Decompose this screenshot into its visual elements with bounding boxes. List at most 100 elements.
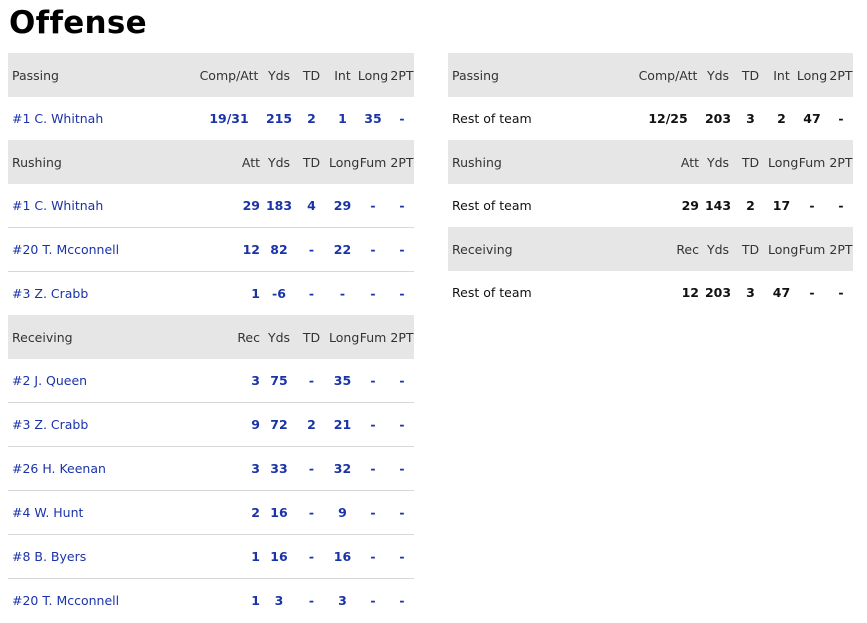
stat-cell: - [390,490,414,535]
section-label: Passing [8,53,194,97]
stat-cell: 3 [746,111,755,126]
column-header: Long [768,140,798,184]
player-link[interactable]: #2 J. Queen [12,373,87,388]
table-row: #3 Z. Crabb 1 -6 - - - - [8,272,414,316]
player-link[interactable]: #3 Z. Crabb [12,417,88,432]
table-row: Rest of team 29 143 2 17 - - [448,184,853,227]
team-label: Rest of team [452,111,532,126]
stat-cell: 3 [194,359,264,403]
stat-cell: 1 [194,534,264,579]
stat-cell: 203 [704,285,732,300]
stat-cell: 9 [194,402,264,447]
stat-cell: 22 [329,227,356,272]
stat-cell: - [294,227,329,272]
stat-cell: - [356,490,390,535]
column-header: Long [329,140,359,184]
stat-cell: - [390,227,414,272]
stat-cell: 75 [264,359,294,403]
column-header: Att [194,140,264,184]
column-header: TD [294,140,329,184]
stat-cell: 2 [294,402,329,447]
column-header: 2PT [390,140,414,184]
stat-cell: 72 [264,402,294,447]
stat-cell: 1 [251,286,260,301]
stat-cell: 47 [772,285,791,300]
section-label: Receiving [448,227,633,271]
player-link[interactable]: #4 W. Hunt [12,505,83,520]
stat-cell: - [809,285,815,300]
player-offense-table: Passing Comp/Att Yds TD Int Long 2PT #1 … [8,53,414,622]
player-link[interactable]: #20 T. Mcconnell [12,242,119,257]
stat-cell: 2 [307,111,316,126]
table-row: #1 C. Whitnah 19/31 215 2 1 35 - [8,97,414,140]
stat-cell: - [390,402,414,447]
column-header: Yds [264,140,294,184]
stat-cell: - [390,359,414,403]
column-header: 2PT [390,315,414,359]
column-header: TD [733,53,768,97]
column-header: Rec [633,227,703,271]
column-header: 2PT [390,53,414,97]
table-row: #3 Z. Crabb 9 72 2 21 - - [8,402,414,447]
column-header: Yds [264,53,294,97]
column-header: Rec [194,315,264,359]
stat-cell: - [838,198,844,213]
column-header: Fum [795,227,829,271]
column-header: Yds [703,227,733,271]
player-link[interactable]: #3 Z. Crabb [12,286,88,301]
column-header: Fum [356,315,390,359]
stat-cell: 47 [803,111,821,126]
stat-cell: 183 [264,184,294,228]
player-link[interactable]: #8 B. Byers [12,549,86,564]
stat-cell: - [356,402,390,447]
stat-cell: - [308,593,315,608]
player-link[interactable]: #26 H. Keenan [12,461,106,476]
stat-cell: 1 [251,593,260,608]
stat-cell: - [370,593,376,608]
column-header: Long [768,227,798,271]
table-row: #26 H. Keenan 3 33 - 32 - - [8,446,414,491]
column-header: Fum [795,140,829,184]
stat-cell: - [294,490,329,535]
stat-cell: - [294,534,329,579]
stat-cell: 4 [294,184,329,228]
section-label: Rushing [8,140,194,184]
stat-cell: 3 [194,446,264,491]
rushing-header-row: Rushing Att Yds TD Long Fum 2PT [8,140,414,184]
player-link[interactable]: #1 C. Whitnah [12,198,103,213]
stat-cell: 203 [704,111,732,126]
stat-cell: - [339,286,346,301]
stat-cell: 17 [772,198,791,213]
section-label: Receiving [8,315,194,359]
stat-cell: 3 [338,593,347,608]
stat-cell: 82 [264,227,294,272]
stat-cell: 2 [194,490,264,535]
table-row: Rest of team 12/25 203 3 2 47 - [448,97,853,140]
stat-cell: -6 [272,286,286,301]
column-header: Yds [703,140,733,184]
stat-cell: - [390,446,414,491]
table-row: #4 W. Hunt 2 16 - 9 - - [8,490,414,535]
player-link[interactable]: #20 T. Mcconnell [12,593,119,608]
column-header: Att [633,140,703,184]
stat-cell: 215 [265,111,293,126]
stat-cell: - [838,285,844,300]
stat-cell: 35 [329,359,356,403]
stat-cell: 9 [329,490,356,535]
stat-cell: - [294,446,329,491]
player-link[interactable]: #1 C. Whitnah [12,111,103,126]
column-header: Long [795,53,829,97]
column-header: Comp/Att [633,53,703,97]
column-header: Fum [356,140,390,184]
stat-cell: 33 [264,446,294,491]
column-header: Long [329,315,359,359]
stat-cell: 29 [681,198,699,213]
table-row: #8 B. Byers 1 16 - 16 - - [8,534,414,579]
stat-cell: 3 [274,593,284,608]
rushing-header-row: Rushing Att Yds TD Long Fum 2PT [448,140,853,184]
stat-cell: 2 [777,111,786,126]
stat-cell: - [838,111,844,126]
receiving-header-row: Receiving Rec Yds TD Long Fum 2PT [8,315,414,359]
stat-cell: - [356,227,390,272]
stat-cell: - [390,534,414,579]
